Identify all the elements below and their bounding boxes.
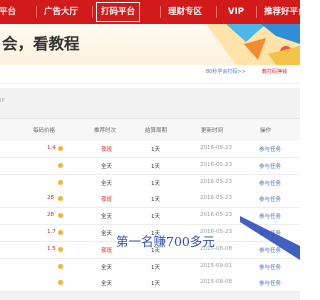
panel-label: IP	[0, 98, 5, 104]
period-value: 夜班	[101, 197, 113, 203]
header-period: 推荐时次	[94, 128, 117, 134]
cycle-value: 1天	[151, 265, 160, 271]
top-nav: 平台 广告大厅 打码平台 理财专区 VIP 推荐好平台	[0, 0, 307, 24]
table-row	[0, 158, 300, 175]
coin-icon	[58, 247, 63, 252]
date-value: 2016-05-23	[200, 179, 232, 185]
date-value: 2015-08-08	[200, 279, 232, 285]
price-value: 28	[47, 212, 54, 218]
table-row	[0, 175, 300, 192]
banner-illustration-icon	[206, 24, 300, 65]
nav-separator	[216, 6, 217, 18]
coin-icon	[58, 213, 63, 218]
coin-icon	[58, 280, 63, 285]
coin-icon	[58, 264, 63, 269]
join-task-link[interactable]: 参与任务	[259, 179, 281, 187]
nav-item-ad-hall[interactable]: 广告大厅	[44, 0, 78, 24]
nav-separator	[256, 6, 257, 18]
period-value: 全天	[101, 164, 113, 170]
period-value: 全天	[101, 281, 113, 287]
date-value: 2016-05-23	[200, 162, 232, 168]
cycle-value: 1天	[151, 197, 160, 203]
cycle-value: 1天	[151, 181, 160, 187]
period-value: 夜班	[101, 147, 113, 153]
cycle-value: 1天	[151, 164, 160, 170]
cycle-value: 1天	[151, 147, 160, 153]
period-value: 全天	[101, 181, 113, 187]
promo-overlay-text: 第一名赚700多元	[116, 234, 215, 249]
coin-icon	[58, 163, 63, 168]
date-value: 2016-05-23	[200, 195, 232, 201]
period-value: 夜班	[101, 248, 113, 254]
date-value: 2016-05-23	[200, 145, 232, 151]
price-value: 1.4	[47, 145, 56, 151]
nav-separator	[36, 6, 37, 18]
period-value: 全天	[101, 231, 113, 237]
table-row	[0, 191, 300, 208]
banner-title: 会，看教程	[2, 35, 80, 53]
nav-item-finance[interactable]: 理财专区	[168, 0, 202, 24]
nav-item-recommend[interactable]: 推荐好平台	[264, 0, 307, 24]
period-value: 全天	[101, 265, 113, 271]
header-price: 每码价格	[33, 128, 56, 134]
coin-icon	[58, 180, 63, 185]
period-value: 全天	[101, 214, 113, 220]
teach-earn-link[interactable]: 教打码挣钱	[262, 68, 287, 75]
learn-in-80s-link[interactable]: 80秒学会打码>>	[206, 68, 246, 75]
nav-item-platform[interactable]: 平台	[0, 0, 16, 24]
banner: 会，看教程	[0, 24, 300, 65]
table-row	[0, 141, 300, 158]
cycle-value: 1天	[151, 214, 160, 220]
date-value: 2015-09-01	[200, 263, 232, 269]
header-cycle: 结算周期	[145, 128, 168, 134]
join-task-link[interactable]: 参与任务	[259, 195, 281, 203]
price-value: 1.5	[47, 246, 56, 252]
header-action: 操作	[260, 128, 272, 134]
nav-item-vip[interactable]: VIP	[228, 0, 244, 24]
coin-icon	[58, 230, 63, 235]
coin-icon	[58, 196, 63, 201]
join-task-link[interactable]: 参与任务	[259, 162, 281, 170]
cycle-value: 1天	[151, 281, 160, 287]
nav-separator	[160, 6, 161, 18]
nav-separator	[92, 6, 93, 18]
arrow-icon	[240, 216, 300, 260]
join-task-link[interactable]: 参与任务	[259, 145, 281, 153]
price-value: 28	[47, 195, 54, 201]
nav-item-captcha-platform[interactable]: 打码平台	[96, 2, 141, 22]
price-value: 1.7	[47, 229, 56, 235]
header-updated: 更新时间	[201, 128, 224, 134]
date-value: 2016-05-23	[200, 212, 232, 218]
tutorial-strip	[0, 65, 300, 84]
coin-icon	[58, 146, 63, 151]
